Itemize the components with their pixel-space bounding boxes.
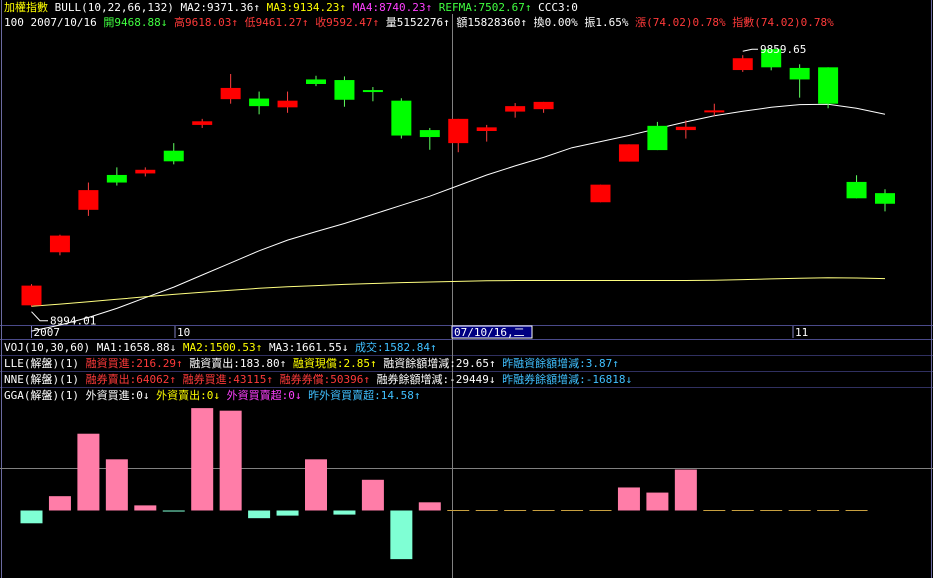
histogram-bar <box>48 496 71 511</box>
candle-body <box>448 118 469 144</box>
candle-body <box>135 169 156 174</box>
voj-line: VOJ(10,30,60) MA1:1658.88↓ MA2:1500.53↑ … <box>4 341 437 355</box>
histogram-bar <box>219 410 242 511</box>
candle-body <box>618 144 639 162</box>
histogram-bar <box>333 510 356 515</box>
time-label-cursor: 07/10/16,二 <box>454 326 525 339</box>
candle-body <box>704 110 725 113</box>
histogram-bar <box>134 505 157 511</box>
candle-body <box>163 150 184 162</box>
histogram-bar <box>674 469 697 511</box>
histogram-bar <box>77 433 100 511</box>
gga-line: GGA(解盤)(1) 外資買進:0↓ 外資賣出:0↓ 外資買賣超:0↓ 昨外資買… <box>4 389 420 403</box>
candle-body <box>306 79 326 84</box>
candle-body <box>106 174 127 183</box>
histogram-bar <box>418 502 441 511</box>
nne-short-cover: 融券買進:43115↑ <box>182 373 273 386</box>
histogram-bar <box>20 510 43 524</box>
candle-body <box>220 87 241 100</box>
lle-line: LLE(解盤)(1) 融資買進:216.29↑ 融資賣出:183.80↑ 融資現… <box>4 357 619 371</box>
nne-line: NNE(解盤)(1) 融券賣出:64062↑ 融券買進:43115↑ 融券券償:… <box>4 373 632 387</box>
time-label-10: 10 <box>177 326 190 339</box>
candle-body <box>732 58 753 71</box>
histogram-bar <box>617 487 640 511</box>
candle-body <box>78 190 99 210</box>
candle-body <box>249 98 270 107</box>
voj-name: VOJ(10,30,60) <box>4 341 91 354</box>
lle-margin-balance-change: 融資餘額增減:29.65↑ <box>383 357 496 370</box>
voj-ma3: MA3:1661.55↓ <box>268 341 349 354</box>
gga-name: GGA(解盤)(1) <box>4 389 79 402</box>
candle-body <box>419 130 440 138</box>
time-label-2007: 2007 <box>34 326 61 339</box>
voj-ma1: MA1:1658.88↓ <box>96 341 177 354</box>
gga-foreign-sell: 外資賣出:0↓ <box>156 389 220 402</box>
lle-margin-repay: 融資現償:2.85↑ <box>292 357 377 370</box>
candle-body <box>875 193 895 204</box>
histogram-bar <box>162 510 185 512</box>
candle-body <box>647 125 668 151</box>
gga-prev-foreign-net: 昨外資買賣超:14.58↑ <box>308 389 421 402</box>
voj-ma2: MA2:1500.53↑ <box>182 341 263 354</box>
nne-name: NNE(解盤)(1) <box>4 373 79 386</box>
histogram-bar <box>105 459 128 511</box>
histogram-bar <box>248 510 271 519</box>
high-marker-line <box>742 48 758 52</box>
lle-margin-sell: 融資賣出:183.80↑ <box>189 357 287 370</box>
high-price-label: 9859.65 <box>760 43 806 56</box>
histogram-bar <box>361 479 384 511</box>
lle-name: LLE(解盤)(1) <box>4 357 79 370</box>
candle-body <box>362 90 383 93</box>
voj-volume: 成交:1582.84↑ <box>355 341 437 354</box>
candle-body <box>192 121 213 125</box>
gga-foreign-net: 外資買賣超:0↓ <box>226 389 302 402</box>
time-label-11: 11 <box>795 326 808 339</box>
nne-short-repay: 融券券償:50396↑ <box>279 373 370 386</box>
candle-body <box>675 126 696 131</box>
nne-short-sell: 融券賣出:64062↑ <box>85 373 176 386</box>
low-marker-line <box>31 311 48 322</box>
lle-margin-buy: 融資買進:216.29↑ <box>85 357 183 370</box>
histogram-bar <box>305 459 327 511</box>
candle-body <box>846 181 867 199</box>
candle-body <box>391 100 412 136</box>
candle-body <box>49 235 70 253</box>
candle-body <box>789 67 810 80</box>
candle-body <box>277 100 298 108</box>
histogram-bar <box>646 492 669 511</box>
candle-body <box>818 67 839 104</box>
candle-body <box>590 184 611 203</box>
candlestick-chart[interactable]: 8994.019859.652007 10 07/10/16,二 11 <box>0 0 933 578</box>
histogram-bar <box>276 510 299 516</box>
histogram-bar <box>390 510 413 560</box>
stock-chart-screen: 加權指數 BULL(10,22,66,132) MA2:9371.36↑ MA3… <box>0 0 933 578</box>
candle-body <box>476 127 497 131</box>
candle-body <box>533 101 554 110</box>
nne-prev-short-balance-change: 昨融券餘額增減:-16818↓ <box>502 373 633 386</box>
nne-short-balance-change: 融券餘額增減:-29449↓ <box>376 373 496 386</box>
histogram-bar <box>191 408 214 511</box>
lle-prev-margin-balance-change: 昨融資餘額增減:3.87↑ <box>502 357 619 370</box>
candle-body <box>21 285 42 306</box>
candle-body <box>505 106 526 112</box>
candle-body <box>334 80 355 100</box>
gga-foreign-buy: 外資買進:0↓ <box>85 389 150 402</box>
